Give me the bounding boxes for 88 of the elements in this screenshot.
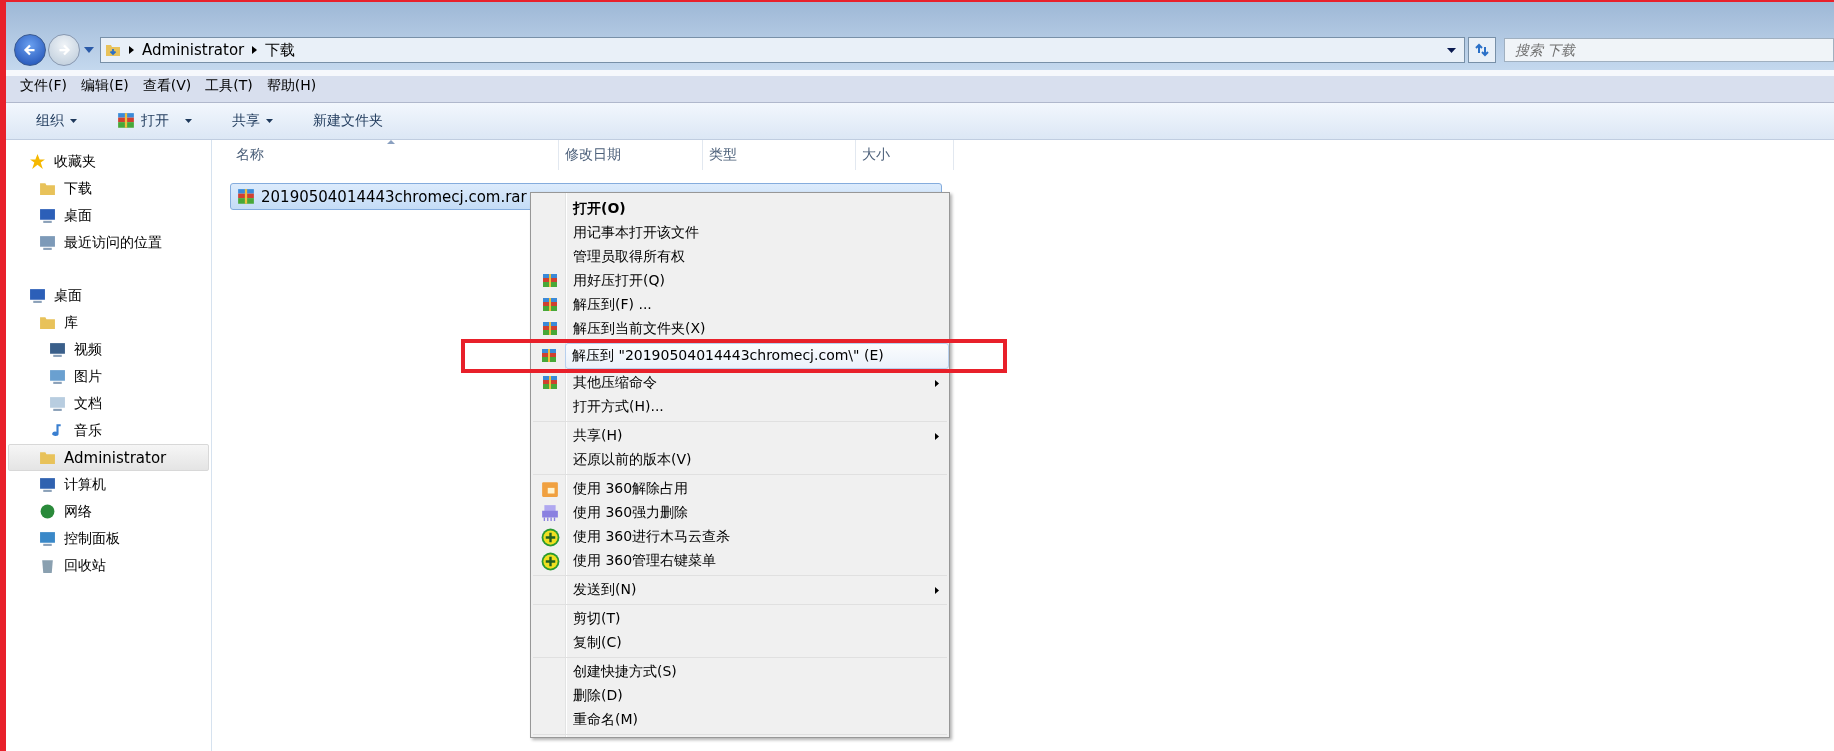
submenu-arrow-icon: [935, 379, 939, 387]
toolbar-button[interactable]: 组织: [30, 108, 83, 134]
context-menu-item[interactable]: 打开方式(H)...: [533, 395, 947, 419]
plus-circle-icon: [540, 551, 560, 571]
context-menu-item[interactable]: 复制(C): [533, 631, 947, 655]
sidebar-item[interactable]: 最近访问的位置: [8, 229, 209, 256]
archive-icon: [542, 321, 558, 337]
sidebar-item[interactable]: 回收站: [8, 552, 209, 579]
archive-icon: [541, 348, 557, 364]
monitor-icon: [39, 234, 56, 251]
sidebar-item[interactable]: 库: [8, 309, 209, 336]
menu-bar-item[interactable]: 帮助(H): [266, 77, 317, 95]
sidebar-item[interactable]: 桌面: [8, 202, 209, 229]
chevron-icon: [252, 46, 258, 54]
context-menu-item[interactable]: 还原以前的版本(V): [533, 448, 947, 472]
column-header[interactable]: 修改日期: [559, 140, 703, 170]
search-field[interactable]: 搜索 下载: [1504, 38, 1834, 62]
context-menu-item[interactable]: 共享(H): [533, 424, 947, 448]
monitor-icon: [29, 287, 46, 304]
sidebar-item[interactable]: 音乐: [8, 417, 209, 444]
submenu-arrow-icon: [935, 586, 939, 594]
context-menu-item[interactable]: 解压到(F) ...: [533, 293, 947, 317]
monitor-icon: [39, 476, 56, 493]
menu-bar-item[interactable]: 文件(F): [20, 77, 67, 95]
sidebar-item[interactable]: 文档: [8, 390, 209, 417]
sidebar-item[interactable]: 计算机: [8, 471, 209, 498]
monitor-icon: [49, 341, 66, 358]
menu-bar-item[interactable]: 工具(T): [205, 77, 253, 95]
forward-button[interactable]: [48, 34, 80, 66]
history-dropdown-icon[interactable]: [84, 47, 94, 53]
trash-icon: [39, 557, 56, 574]
back-button[interactable]: [14, 34, 46, 66]
context-menu-item[interactable]: 剪切(T): [533, 607, 947, 631]
star-icon: [29, 153, 46, 170]
context-menu-item[interactable]: 重命名(M): [533, 708, 947, 732]
menu-bar-item[interactable]: 查看(V): [142, 77, 192, 95]
column-header[interactable]: 名称: [230, 140, 559, 170]
monitor-icon: [49, 395, 66, 412]
context-menu-item[interactable]: 打开(O): [533, 197, 947, 221]
chevron-icon: [129, 46, 134, 54]
monitor-icon: [49, 368, 66, 385]
context-menu-item[interactable]: 用好压打开(Q): [533, 269, 947, 293]
breadcrumb-item[interactable]: Administrator: [142, 41, 245, 59]
breadcrumb-item[interactable]: 下载: [265, 40, 296, 60]
context-menu-item[interactable]: 创建快捷方式(S): [533, 660, 947, 684]
toolbar-button[interactable]: 打开: [111, 108, 198, 134]
context-menu-item[interactable]: 管理员取得所有权: [533, 245, 947, 269]
archive-icon: [542, 297, 558, 313]
sidebar-item[interactable]: 桌面: [8, 282, 209, 309]
plus-circle-icon: [540, 527, 560, 547]
refresh-button[interactable]: [1468, 37, 1496, 63]
context-menu-item[interactable]: 用记事本打开该文件: [533, 221, 947, 245]
context-menu-item[interactable]: 使用 360解除占用: [533, 477, 947, 501]
context-menu-item[interactable]: 删除(D): [533, 684, 947, 708]
archive-icon: [542, 273, 558, 289]
context-menu-item[interactable]: 解压到当前文件夹(X): [533, 317, 947, 341]
caret-icon: [70, 119, 77, 123]
dropdown-icon[interactable]: [1447, 47, 1456, 53]
archive-icon: [117, 112, 135, 130]
toolbar-button[interactable]: 新建文件夹: [307, 108, 389, 134]
sidebar-item[interactable]: 控制面板: [8, 525, 209, 552]
monitor-icon: [39, 207, 56, 224]
context-menu-item[interactable]: 使用 360强力删除: [533, 501, 947, 525]
context-menu-item[interactable]: 使用 360进行木马云查杀: [533, 525, 947, 549]
archive-icon: [542, 375, 558, 391]
address-bar[interactable]: Administrator 下载: [100, 37, 1465, 63]
sidebar-item[interactable]: 收藏夹: [8, 148, 209, 175]
caret-icon: [185, 119, 192, 123]
menu-bar-item[interactable]: 编辑(E): [81, 77, 129, 95]
context-menu-item[interactable]: 使用 360管理右键菜单: [533, 549, 947, 573]
archive-icon: [237, 187, 255, 206]
file-name: 20190504014443chromecj.com.rar: [261, 187, 527, 206]
caret-icon: [266, 119, 273, 123]
context-menu-item[interactable]: 发送到(N): [533, 578, 947, 602]
sort-arrow-icon: [387, 140, 396, 144]
refresh-icon: [1474, 42, 1490, 58]
sidebar-item[interactable]: 图片: [8, 363, 209, 390]
column-header[interactable]: 类型: [703, 140, 856, 170]
monitor-icon: [39, 530, 56, 547]
submenu-arrow-icon: [935, 432, 939, 440]
sidebar-item[interactable]: 网络: [8, 498, 209, 525]
sidebar-item[interactable]: 下载: [8, 175, 209, 202]
column-header[interactable]: 大小: [856, 140, 954, 170]
sidebar-item[interactable]: Administrator: [8, 444, 209, 471]
toolbar-button[interactable]: 共享: [226, 108, 279, 134]
context-menu-item[interactable]: 其他压缩命令: [533, 371, 947, 395]
sidebar-item[interactable]: 视频: [8, 336, 209, 363]
shredder-icon: [541, 504, 559, 522]
